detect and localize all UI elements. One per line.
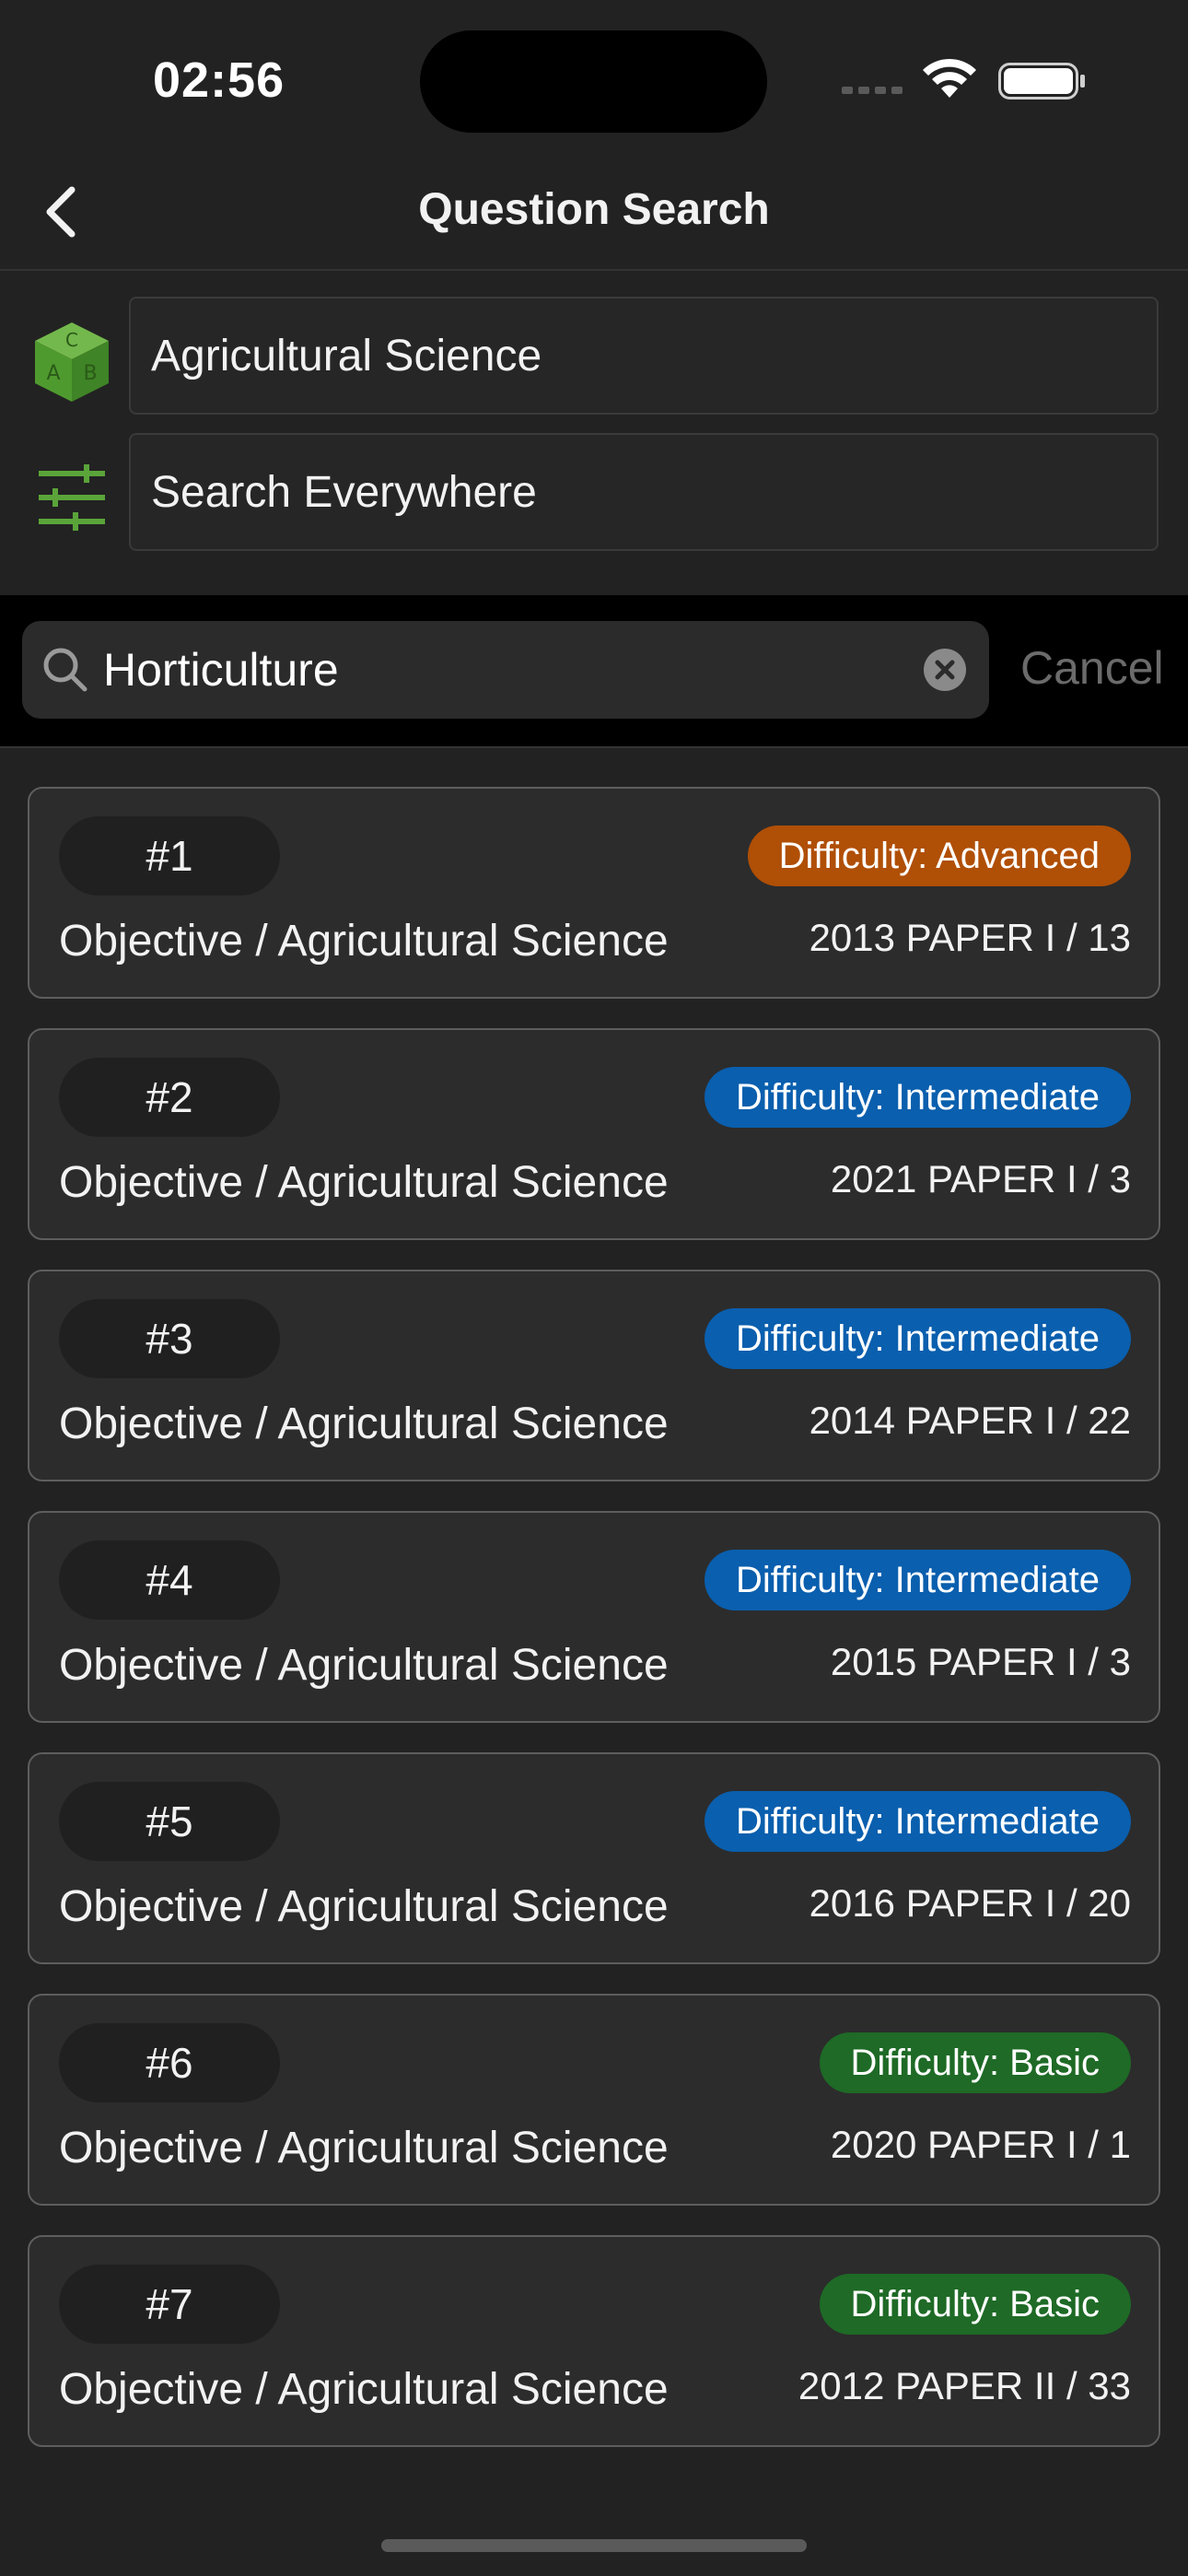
search-bar: Cancel [0,595,1188,748]
question-card[interactable]: #7 Difficulty: Basic Objective / Agricul… [28,2235,1160,2447]
paper-reference: 2016 PAPER I / 20 [809,1881,1131,1925]
question-number: #6 [59,2023,280,2102]
search-box [22,621,989,719]
difficulty-badge: Difficulty: Intermediate [705,1791,1131,1852]
subject-selector[interactable]: Agricultural Science [129,297,1159,415]
question-subject: Objective / Agricultural Science [59,1641,669,1690]
question-card[interactable]: #4 Difficulty: Intermediate Objective / … [28,1511,1160,1723]
question-card[interactable]: #1 Difficulty: Advanced Objective / Agri… [28,787,1160,999]
home-indicator [381,2539,807,2552]
paper-reference: 2014 PAPER I / 22 [809,1399,1131,1442]
battery-icon [998,63,1085,100]
question-subject: Objective / Agricultural Science [59,2365,669,2414]
difficulty-badge: Difficulty: Basic [819,2032,1131,2093]
question-subject: Objective / Agricultural Science [59,1158,669,1207]
navigation-bar: Question Search [0,157,1188,271]
question-subject: Objective / Agricultural Science [59,2124,669,2172]
paper-reference: 2015 PAPER I / 3 [830,1640,1131,1683]
difficulty-badge: Difficulty: Advanced [747,825,1131,886]
svg-text:C: C [65,329,78,351]
question-number: #5 [59,1782,280,1861]
filter-section: C A B Agricultural Science Search Everyw… [0,271,1188,593]
paper-reference: 2012 PAPER II / 33 [798,2364,1131,2407]
scope-selector[interactable]: Search Everywhere [129,433,1159,551]
question-card[interactable]: #2 Difficulty: Intermediate Objective / … [28,1028,1160,1240]
sliders-icon [28,453,116,542]
question-number: #1 [59,816,280,896]
question-subject: Objective / Agricultural Science [59,1399,669,1448]
wifi-icon [923,58,976,98]
question-number: #3 [59,1299,280,1378]
page-title: Question Search [418,185,770,234]
question-number: #7 [59,2265,280,2344]
question-subject: Objective / Agricultural Science [59,1882,669,1931]
question-card[interactable]: #3 Difficulty: Intermediate Objective / … [28,1270,1160,1481]
search-icon [43,648,87,692]
difficulty-badge: Difficulty: Intermediate [705,1308,1131,1369]
paper-reference: 2021 PAPER I / 3 [830,1157,1131,1200]
scope-filter-row: Search Everywhere [0,433,1188,555]
paper-reference: 2013 PAPER I / 13 [809,916,1131,959]
difficulty-badge: Difficulty: Intermediate [705,1550,1131,1610]
question-card[interactable]: #6 Difficulty: Basic Objective / Agricul… [28,1994,1160,2206]
clear-search-icon[interactable] [923,648,967,692]
search-input[interactable] [103,621,932,719]
cellular-signal-icon [842,87,903,94]
status-bar: 02:56 [0,0,1188,157]
difficulty-badge: Difficulty: Intermediate [705,1067,1131,1128]
dynamic-island [420,30,767,133]
difficulty-badge: Difficulty: Basic [819,2274,1131,2335]
status-time: 02:56 [153,53,285,108]
question-number: #2 [59,1058,280,1137]
question-subject: Objective / Agricultural Science [59,917,669,966]
svg-text:B: B [83,362,97,385]
cancel-button[interactable]: Cancel [1020,641,1164,695]
paper-reference: 2020 PAPER I / 1 [830,2123,1131,2166]
subject-cube-icon: C A B [28,317,116,405]
question-card[interactable]: #5 Difficulty: Intermediate Objective / … [28,1752,1160,1964]
question-number: #4 [59,1540,280,1620]
svg-text:A: A [46,362,60,385]
subject-filter-row: C A B Agricultural Science [0,297,1188,418]
